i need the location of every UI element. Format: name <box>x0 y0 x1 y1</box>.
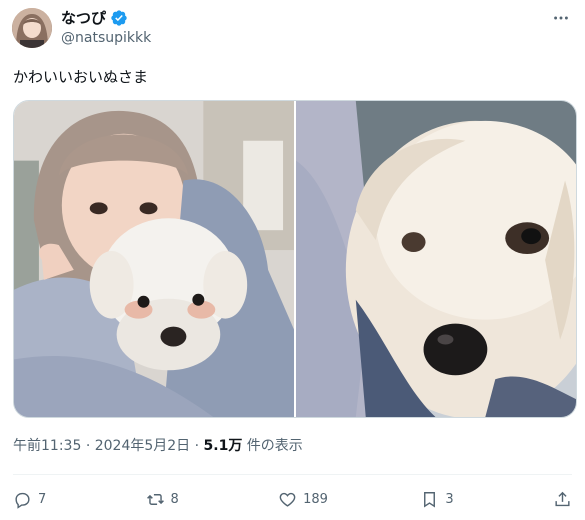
share-icon <box>555 491 570 506</box>
display-name-text[interactable]: なつぴ <box>61 8 106 28</box>
tweet-meta: 午前11:35 · 2024年5月2日 · 5.1万 件の表示 <box>13 437 303 455</box>
meta-separator: · <box>85 438 91 454</box>
retweet-count: 8 <box>170 491 179 507</box>
media-grid <box>13 100 577 418</box>
avatar[interactable] <box>12 8 52 48</box>
reply-button[interactable]: 7 <box>13 490 53 509</box>
share-button[interactable] <box>553 490 572 509</box>
tweet-card: なつぴ @natsupikkk かわいいおいぬさま 午前11:35 · 2024… <box>0 0 585 520</box>
action-bar: 7 8 189 3 <box>13 485 572 513</box>
bookmark-count: 3 <box>445 491 454 507</box>
bookmark-icon <box>424 491 436 508</box>
reply-icon <box>15 492 30 509</box>
retweet-button[interactable]: 8 <box>146 490 186 509</box>
photo-2[interactable] <box>296 101 576 417</box>
tweet-date[interactable]: 2024年5月2日 <box>95 438 190 454</box>
like-count: 189 <box>303 491 328 507</box>
tweet-time[interactable]: 午前11:35 <box>13 438 81 454</box>
display-name[interactable]: なつぴ <box>61 8 128 28</box>
view-count-label: 件の表示 <box>246 438 303 454</box>
divider <box>13 474 572 475</box>
more-options-icon[interactable] <box>551 8 571 28</box>
like-button[interactable]: 189 <box>278 490 328 509</box>
bookmark-button[interactable]: 3 <box>420 490 460 509</box>
retweet-icon <box>146 493 164 505</box>
verified-badge-icon <box>110 9 128 27</box>
photo-1[interactable] <box>14 101 294 417</box>
view-count[interactable]: 5.1万 <box>204 438 243 454</box>
meta-separator-2: · <box>194 438 200 454</box>
user-handle[interactable]: @natsupikkk <box>61 29 151 47</box>
reply-count: 7 <box>38 491 47 507</box>
tweet-text: かわいいおいぬさま <box>13 68 149 86</box>
heart-icon <box>279 492 296 507</box>
